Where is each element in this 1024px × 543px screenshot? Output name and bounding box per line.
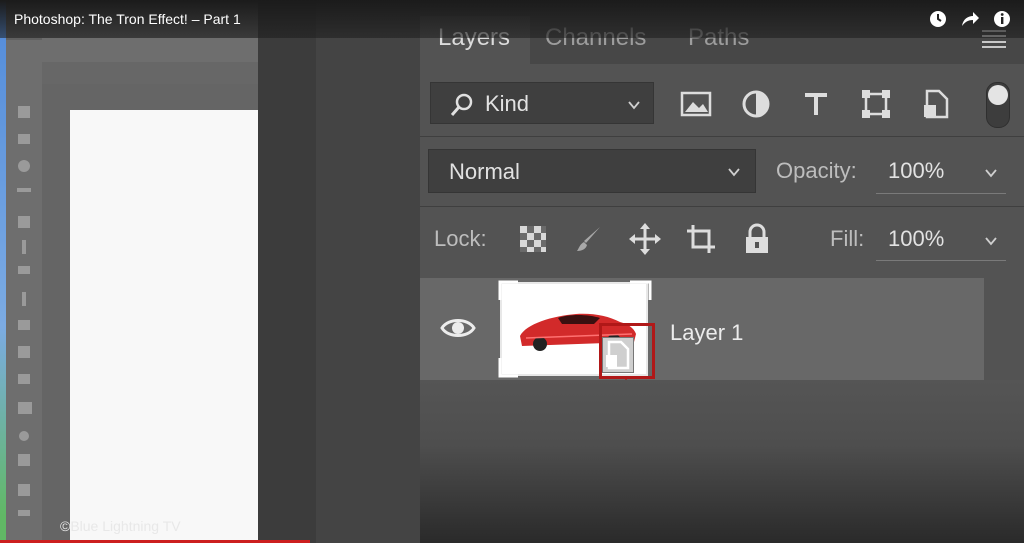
fill-chevron-icon[interactable] <box>984 234 998 248</box>
share-icon[interactable] <box>960 9 980 29</box>
opacity-label: Opacity: <box>776 158 857 183</box>
image-filter-icon[interactable] <box>678 86 714 122</box>
watch-later-icon[interactable] <box>928 9 948 29</box>
fill-input[interactable]: 100% <box>888 226 944 252</box>
fill-underline <box>876 260 1006 261</box>
lock-label: Lock: <box>434 226 487 251</box>
filter-toggle[interactable] <box>986 82 1010 128</box>
lock-all-icon[interactable] <box>740 222 774 256</box>
fill-label: Fill: <box>830 226 865 251</box>
type-filter-icon[interactable] <box>798 86 834 122</box>
video-title[interactable]: Photoshop: The Tron Effect! – Part 1 <box>14 11 241 27</box>
video-controls <box>928 9 1012 29</box>
layer-name[interactable]: Layer 1 <box>670 320 743 346</box>
video-fade-overlay <box>0 0 258 543</box>
filter-kind-select[interactable]: Kind <box>430 82 654 124</box>
filter-kind-label: Kind <box>485 91 530 116</box>
adjustment-filter-icon[interactable] <box>738 86 774 122</box>
opacity-underline <box>876 193 1006 194</box>
divider <box>420 206 1024 207</box>
annotation-highlight-box <box>599 323 655 379</box>
blend-mode-select[interactable]: Normal <box>428 149 756 193</box>
opacity-chevron-icon[interactable] <box>984 166 998 180</box>
video-top-bar: Photoshop: The Tron Effect! – Part 1 <box>0 0 1024 38</box>
panel-gap <box>258 0 316 543</box>
lock-artboard-icon[interactable] <box>684 222 718 256</box>
filter-type-icons <box>678 86 954 122</box>
opacity-input[interactable]: 100% <box>888 158 944 184</box>
eye-icon[interactable] <box>440 314 476 342</box>
panel-empty-area <box>420 380 1024 543</box>
blend-mode-value: Normal <box>449 159 520 184</box>
info-icon[interactable] <box>992 9 1012 29</box>
smart-object-filter-icon[interactable] <box>918 86 954 122</box>
lock-transparent-pixels-icon[interactable] <box>516 222 550 256</box>
lock-position-icon[interactable] <box>628 222 662 256</box>
video-watermark: ©Blue Lightning TV <box>60 518 181 534</box>
chevron-down-icon <box>628 101 640 110</box>
lock-image-pixels-icon[interactable] <box>572 222 606 256</box>
search-icon <box>450 93 473 116</box>
panel-dock <box>316 0 420 543</box>
divider <box>420 136 1024 137</box>
chevron-down-icon <box>728 168 740 177</box>
shape-filter-icon[interactable] <box>858 86 894 122</box>
lock-icons <box>516 222 774 256</box>
